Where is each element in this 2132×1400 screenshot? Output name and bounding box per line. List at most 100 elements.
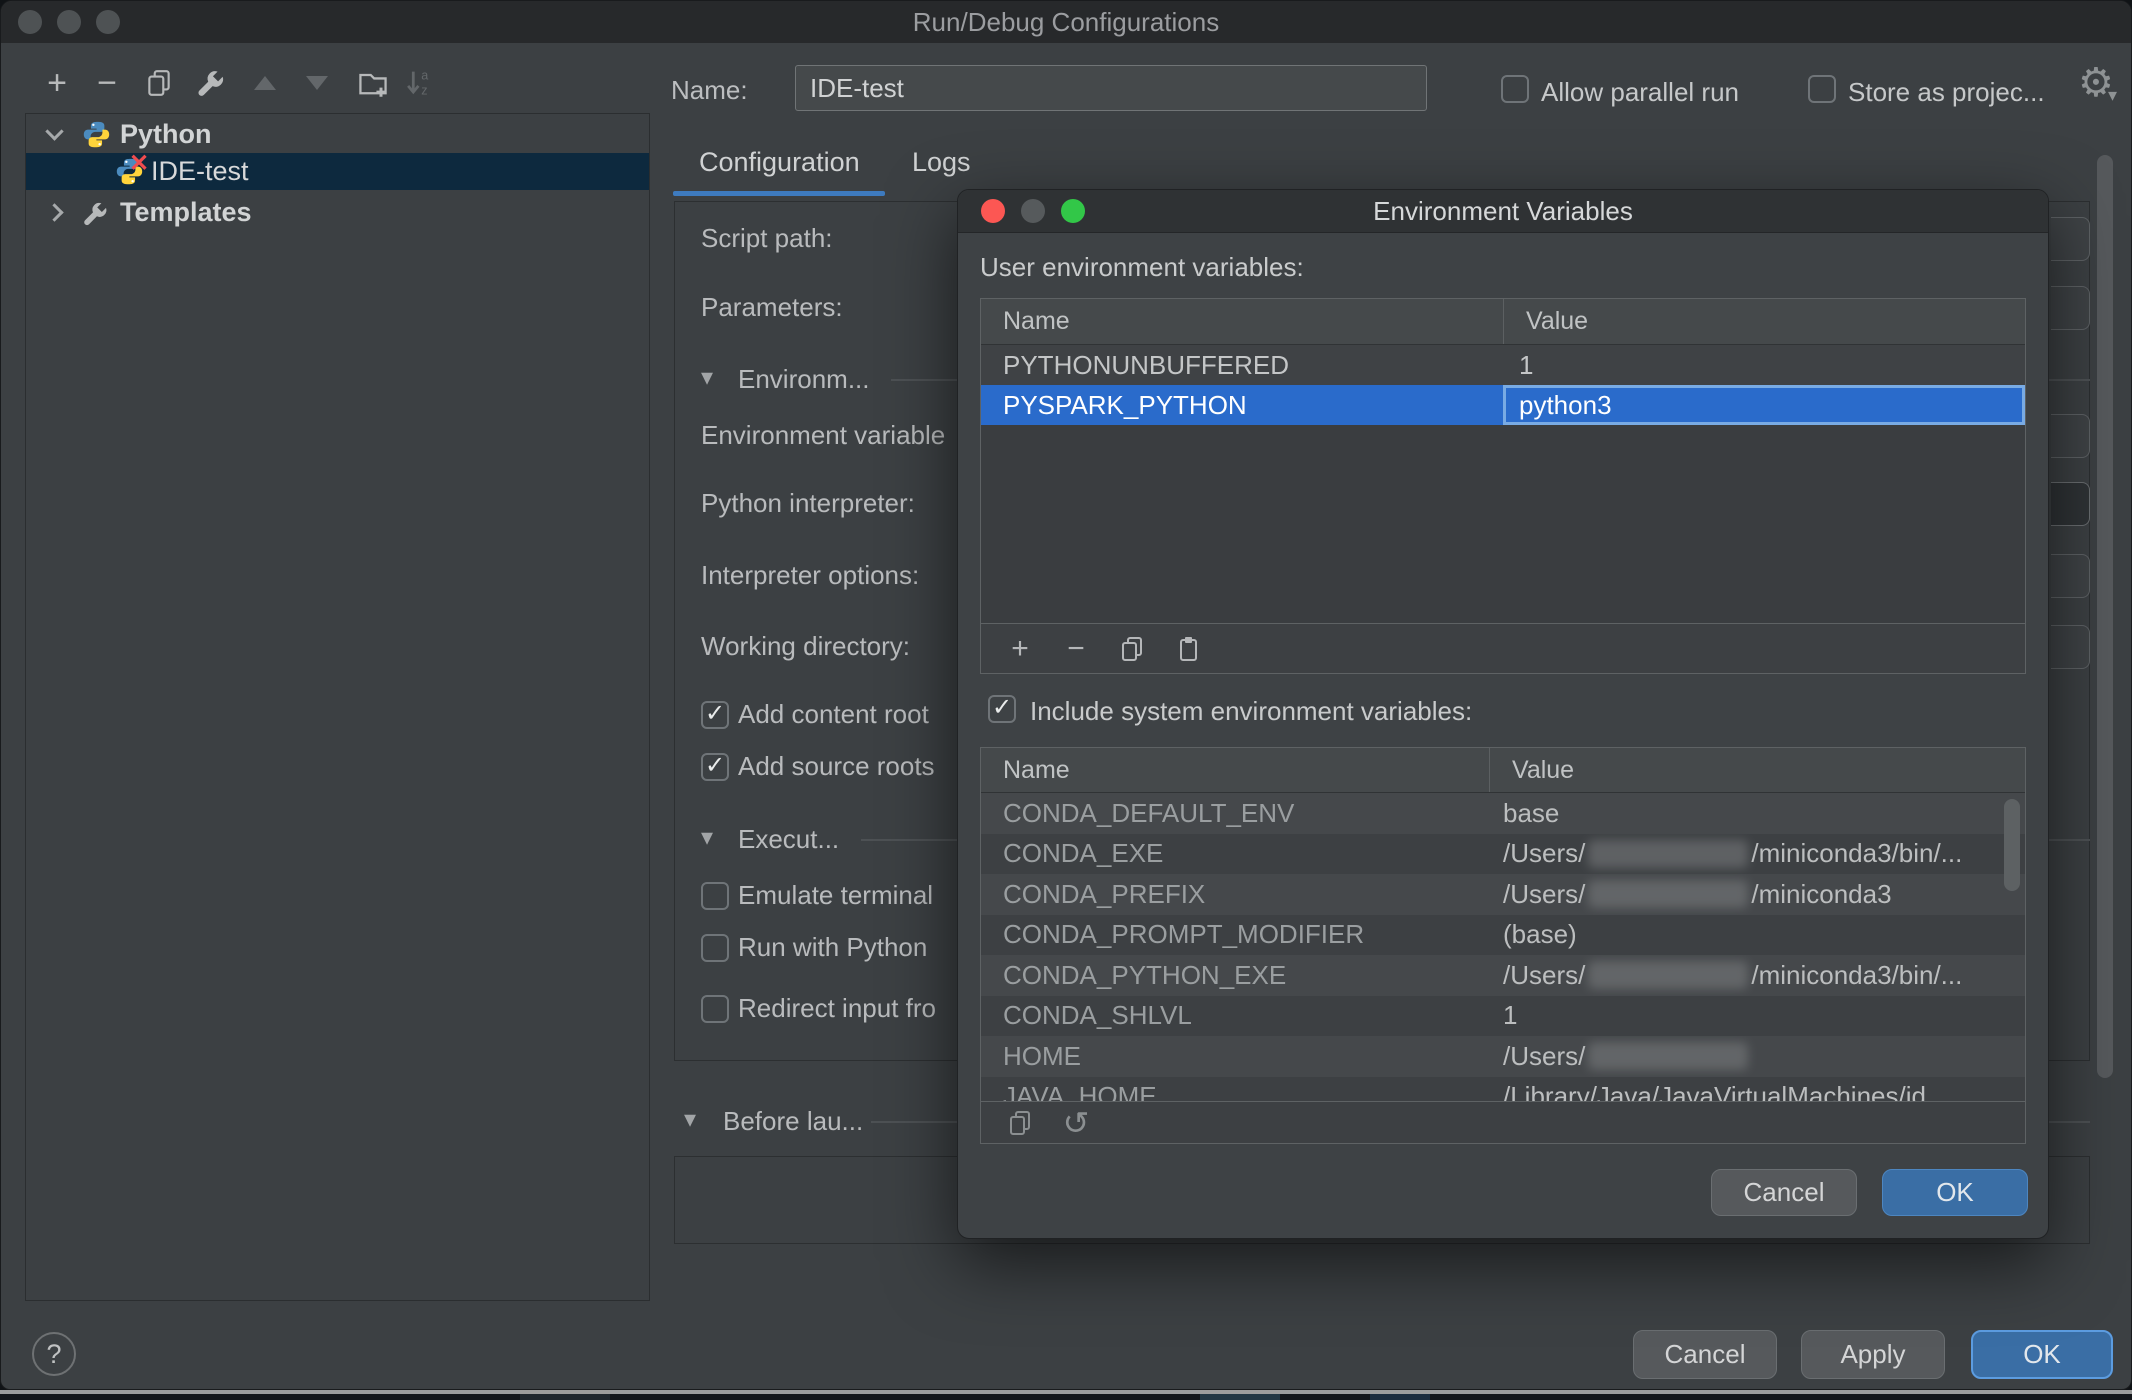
cancel-button[interactable]: Cancel xyxy=(1633,1330,1777,1379)
tree-item-ide-test[interactable]: ✕ IDE-test xyxy=(26,150,649,190)
copy-configuration-icon[interactable] xyxy=(141,65,177,101)
python-interpreter-label: Python interpreter: xyxy=(701,488,915,518)
remove-variable-button[interactable]: − xyxy=(1059,632,1093,666)
new-folder-icon[interactable] xyxy=(355,65,391,101)
system-var-row[interactable]: HOME/Users/ xyxy=(981,1036,2025,1077)
field-edge xyxy=(2051,286,2090,330)
field-edge xyxy=(2051,482,2090,526)
user-var-row[interactable]: PYTHONUNBUFFERED 1 xyxy=(981,345,2025,385)
dialog-ok-button[interactable]: OK xyxy=(1882,1169,2028,1216)
allow-parallel-run-checkbox[interactable] xyxy=(1501,75,1529,103)
sort-alphabetically-icon[interactable]: az xyxy=(401,65,437,101)
tab-logs[interactable]: Logs xyxy=(912,147,971,178)
python-invalid-icon: ✕ xyxy=(115,150,149,187)
field-edge xyxy=(2051,554,2090,598)
remove-configuration-button[interactable]: − xyxy=(89,65,125,101)
var-name-cell[interactable]: HOME xyxy=(981,1036,1489,1077)
dialog-cancel-button[interactable]: Cancel xyxy=(1711,1169,1857,1216)
svg-text:z: z xyxy=(421,83,427,97)
var-value-cell[interactable]: /Users//miniconda3 xyxy=(1489,874,2025,915)
execution-section-label[interactable]: Execut... xyxy=(738,824,839,855)
apply-button[interactable]: Apply xyxy=(1801,1330,1945,1379)
store-as-project-checkbox[interactable] xyxy=(1808,75,1836,103)
chevron-down-icon[interactable] xyxy=(44,122,64,141)
var-value-cell[interactable]: /Library/Java/JavaVirtualMachines/jd xyxy=(1489,1077,2025,1101)
var-value-cell[interactable]: base xyxy=(1489,793,2025,834)
redacted-value xyxy=(1588,839,1749,868)
vertical-scrollbar[interactable] xyxy=(2097,155,2113,1078)
var-name-cell[interactable]: PYTHONUNBUFFERED xyxy=(981,345,1503,385)
settings-gear-icon[interactable]: ⚙ ▾ xyxy=(2078,63,2117,105)
system-var-row[interactable]: JAVA_HOME/Library/Java/JavaVirtualMachin… xyxy=(981,1076,2025,1101)
python-icon xyxy=(82,120,112,150)
var-name-cell[interactable]: CONDA_PYTHON_EXE xyxy=(981,955,1489,996)
copy-icon[interactable] xyxy=(1115,632,1149,666)
add-configuration-button[interactable]: + xyxy=(39,65,75,101)
move-up-icon[interactable] xyxy=(247,65,283,101)
run-with-python-checkbox[interactable] xyxy=(701,934,729,962)
copy-icon[interactable] xyxy=(1003,1106,1037,1140)
add-variable-button[interactable]: + xyxy=(1003,632,1037,666)
var-value-cell[interactable]: 1 xyxy=(1503,345,2025,385)
name-label: Name: xyxy=(671,75,748,105)
var-value-cell[interactable]: /Users/ xyxy=(1489,1036,2025,1077)
move-down-icon[interactable] xyxy=(299,65,335,101)
run-with-python-label: Run with Python xyxy=(738,932,928,962)
help-button[interactable]: ? xyxy=(32,1332,76,1376)
add-source-roots-label: Add source roots xyxy=(738,751,935,781)
tree-group-python[interactable]: Python xyxy=(26,116,649,153)
system-var-row[interactable]: CONDA_EXE/Users//miniconda3/bin/... xyxy=(981,833,2025,875)
redirect-input-checkbox[interactable] xyxy=(701,995,729,1023)
var-name-cell[interactable]: CONDA_PROMPT_MODIFIER xyxy=(981,915,1489,956)
tree-group-label[interactable]: Python xyxy=(120,119,212,150)
collapse-arrow-icon[interactable]: ▾ xyxy=(684,1105,696,1134)
system-vars-table: Name Value CONDA_DEFAULT_ENV base CONDA_EX… xyxy=(980,747,2026,1144)
column-header-name[interactable]: Name xyxy=(981,299,1503,344)
before-launch-section-label[interactable]: Before lau... xyxy=(723,1106,863,1137)
include-system-env-checkbox[interactable]: ✓ xyxy=(988,695,1016,723)
environment-section-label[interactable]: Environm... xyxy=(738,364,870,395)
add-content-roots-checkbox[interactable]: ✓ xyxy=(701,701,729,729)
tree-group-templates[interactable]: Templates xyxy=(26,194,649,231)
var-name-cell[interactable]: CONDA_EXE xyxy=(981,834,1489,875)
system-var-row[interactable]: CONDA_PROMPT_MODIFIER (base) xyxy=(981,914,2025,956)
collapse-arrow-icon[interactable]: ▾ xyxy=(701,363,713,392)
table-empty-area[interactable] xyxy=(981,425,2025,623)
ok-button[interactable]: OK xyxy=(1971,1330,2113,1379)
system-var-row[interactable]: CONDA_PYTHON_EXE/Users//miniconda3/bin/.… xyxy=(981,955,2025,996)
var-name-cell[interactable]: PYSPARK_PYTHON xyxy=(981,385,1503,425)
column-header-value[interactable]: Value xyxy=(1504,299,2025,344)
tab-configuration[interactable]: Configuration xyxy=(699,147,860,178)
desktop-fragment xyxy=(520,1394,610,1400)
tree-item-label[interactable]: IDE-test xyxy=(151,156,249,187)
svg-text:a: a xyxy=(421,69,428,83)
column-header-name[interactable]: Name xyxy=(981,748,1489,792)
name-input[interactable] xyxy=(795,65,1427,111)
var-name-cell[interactable]: CONDA_DEFAULT_ENV xyxy=(981,793,1489,834)
var-value-cell[interactable]: 1 xyxy=(1489,996,2025,1037)
var-value-cell[interactable]: python3 xyxy=(1503,385,2025,425)
edit-templates-wrench-icon[interactable] xyxy=(193,65,229,101)
active-tab-underline xyxy=(673,191,885,196)
var-name-cell[interactable]: CONDA_SHLVL xyxy=(981,996,1489,1037)
system-vars-scrollbar[interactable] xyxy=(2004,799,2020,891)
collapse-arrow-icon[interactable]: ▾ xyxy=(701,823,713,852)
paste-icon[interactable] xyxy=(1171,632,1205,666)
store-as-project-label: Store as projec... xyxy=(1848,77,2045,107)
system-var-row[interactable]: CONDA_DEFAULT_ENV base xyxy=(981,793,2025,834)
var-name-cell[interactable]: CONDA_PREFIX xyxy=(981,874,1489,915)
user-var-row[interactable]: PYSPARK_PYTHON python3 xyxy=(981,385,2025,425)
var-value-cell[interactable]: /Users//miniconda3/bin/... xyxy=(1489,834,2025,875)
revert-icon[interactable]: ↺ xyxy=(1059,1105,1093,1141)
chevron-right-icon[interactable] xyxy=(44,203,64,222)
var-value-cell[interactable]: (base) xyxy=(1489,915,2025,956)
var-value-cell[interactable]: /Users//miniconda3/bin/... xyxy=(1489,955,2025,996)
var-name-cell[interactable]: JAVA_HOME xyxy=(981,1077,1489,1101)
column-header-value[interactable]: Value xyxy=(1490,748,2025,792)
system-var-row[interactable]: CONDA_PREFIX/Users//miniconda3 xyxy=(981,874,2025,915)
tree-group-label[interactable]: Templates xyxy=(120,197,252,228)
add-source-roots-checkbox[interactable]: ✓ xyxy=(701,753,729,781)
configurations-tree: Python ✕ IDE-test Templates xyxy=(25,113,650,1301)
emulate-terminal-checkbox[interactable] xyxy=(701,882,729,910)
system-var-row[interactable]: CONDA_SHLVL 1 xyxy=(981,995,2025,1037)
